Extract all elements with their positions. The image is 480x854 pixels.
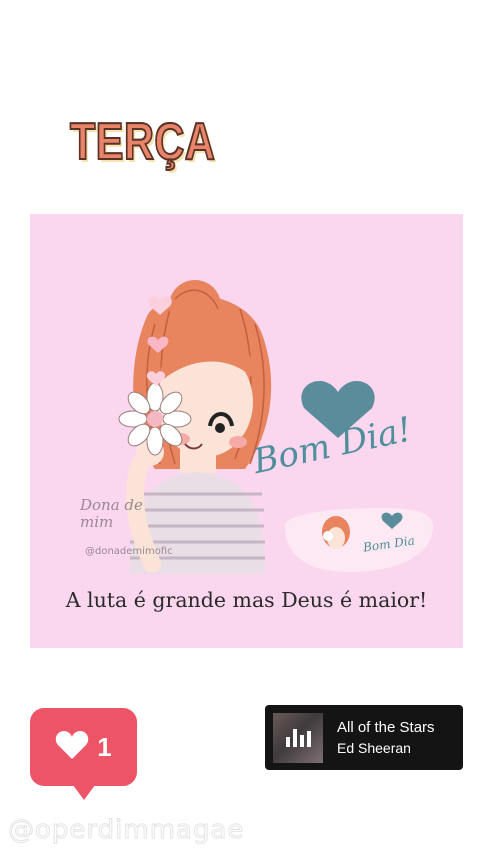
story-title: TERÇA [69,112,216,172]
heart-icon [55,730,89,764]
post-image: Bom Dia! Bom Dia Dona de mim @donademimo… [30,214,463,648]
brand-watermark: Dona de mim [80,496,143,531]
username-watermark: @operdimmagae [7,815,245,846]
brand-handle: @donademimofic [85,546,173,557]
song-artist: Ed Sheeran [337,739,411,756]
song-title: All of the Stars [337,718,435,736]
equalizer-icon [286,728,311,747]
album-art [273,712,323,763]
like-count: 1 [97,731,112,762]
post-caption: A luta é grande mas Deus é maior! [65,588,428,612]
like-sticker[interactable]: 1 [30,708,137,800]
music-sticker[interactable]: All of the Stars Ed Sheeran [265,705,463,770]
